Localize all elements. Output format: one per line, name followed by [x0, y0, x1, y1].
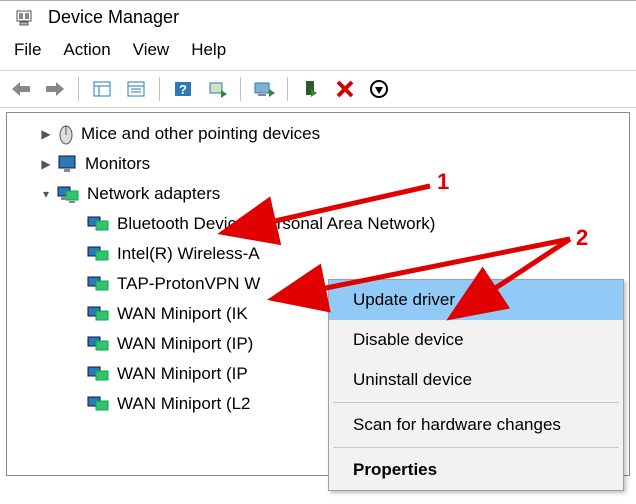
context-scan-hardware[interactable]: Scan for hardware changes	[329, 405, 623, 445]
toolbar-sep	[287, 77, 288, 101]
annotation-label-2: 2	[576, 225, 588, 251]
enable-device-button[interactable]	[296, 75, 326, 103]
tree-label: Monitors	[85, 154, 150, 174]
device-manager-icon	[14, 8, 34, 28]
menu-file[interactable]: File	[14, 40, 41, 60]
tree-label: TAP-ProtonVPN W	[117, 274, 260, 294]
menu-help[interactable]: Help	[191, 40, 226, 60]
tree-label: Mice and other pointing devices	[81, 124, 320, 144]
network-adapter-icon	[87, 244, 111, 264]
tree-label: Network adapters	[87, 184, 220, 204]
tree-label: WAN Miniport (IP)	[117, 334, 253, 354]
back-button[interactable]	[6, 75, 36, 103]
tree-item-monitors[interactable]: ▶ Monitors	[11, 149, 625, 179]
context-separator	[333, 447, 619, 448]
expander-collapsed-icon[interactable]: ▶	[39, 157, 53, 171]
help-button[interactable]: ?	[168, 75, 198, 103]
scan-hardware-button[interactable]	[202, 75, 232, 103]
tree-label: WAN Miniport (IK	[117, 304, 248, 324]
toolbar-sep	[240, 77, 241, 101]
context-disable-device[interactable]: Disable device	[329, 320, 623, 360]
tree-label: WAN Miniport (L2	[117, 394, 251, 414]
annotation-label-1: 1	[437, 169, 449, 195]
window-title: Device Manager	[48, 7, 179, 28]
properties-button[interactable]	[121, 75, 151, 103]
forward-button[interactable]	[40, 75, 70, 103]
expander-collapsed-icon[interactable]: ▶	[39, 127, 53, 141]
disable-device-button[interactable]	[364, 75, 394, 103]
context-properties[interactable]: Properties	[329, 450, 623, 490]
tree-item-mice[interactable]: ▶ Mice and other pointing devices	[11, 119, 625, 149]
tree-label: Intel(R) Wireless-A	[117, 244, 260, 264]
update-driver-button[interactable]	[249, 75, 279, 103]
network-adapter-icon	[87, 274, 111, 294]
mouse-icon	[57, 123, 75, 145]
context-uninstall-device[interactable]: Uninstall device	[329, 360, 623, 400]
tree-item-intel-wireless[interactable]: Intel(R) Wireless-A	[11, 239, 625, 269]
network-adapter-icon	[87, 214, 111, 234]
network-adapter-icon	[87, 334, 111, 354]
context-separator	[333, 402, 619, 403]
toolbar: ?	[0, 70, 636, 108]
network-adapter-icon	[87, 394, 111, 414]
menu-bar: File Action View Help	[0, 32, 636, 70]
network-adapter-icon	[57, 184, 81, 204]
network-adapter-icon	[87, 304, 111, 324]
show-hide-tree-button[interactable]	[87, 75, 117, 103]
network-adapter-icon	[87, 364, 111, 384]
monitor-icon	[57, 154, 79, 174]
context-menu: Update driver Disable device Uninstall d…	[328, 279, 624, 491]
tree-label: Bluetooth Device (Personal Area Network)	[117, 214, 435, 234]
tree-label: WAN Miniport (IP	[117, 364, 248, 384]
expander-expanded-icon[interactable]: ▾	[39, 187, 53, 201]
svg-text:?: ?	[179, 82, 187, 97]
toolbar-sep	[78, 77, 79, 101]
toolbar-sep	[159, 77, 160, 101]
tree-item-network-adapters[interactable]: ▾ Network adapters	[11, 179, 625, 209]
uninstall-device-button[interactable]	[330, 75, 360, 103]
context-update-driver[interactable]: Update driver	[329, 280, 623, 320]
menu-view[interactable]: View	[133, 40, 170, 60]
title-bar: Device Manager	[0, 1, 636, 32]
menu-action[interactable]: Action	[63, 40, 110, 60]
tree-item-bluetooth[interactable]: Bluetooth Device (Personal Area Network)	[11, 209, 625, 239]
